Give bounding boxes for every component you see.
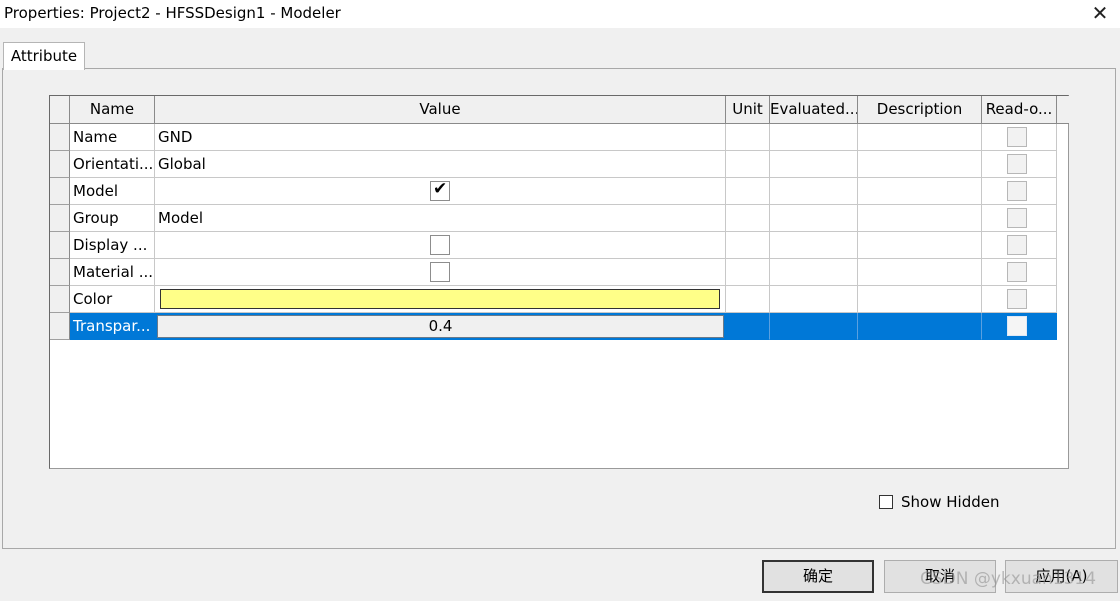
evaluated-cell: [770, 178, 858, 205]
description-cell: [858, 259, 982, 286]
show-hidden-checkbox[interactable]: [879, 495, 893, 509]
unit-cell: [726, 232, 770, 259]
evaluated-cell: [770, 286, 858, 313]
property-name-cell[interactable]: Display ...: [70, 232, 155, 259]
evaluated-cell: [770, 151, 858, 178]
column-header-name[interactable]: Name: [70, 96, 155, 124]
row-header[interactable]: [50, 205, 70, 232]
property-name-cell[interactable]: Model: [70, 178, 155, 205]
evaluated-cell: [770, 232, 858, 259]
property-value-cell[interactable]: [155, 286, 726, 313]
material-appearance-checkbox[interactable]: [430, 262, 450, 282]
property-name-cell[interactable]: Transpar...: [70, 313, 155, 340]
title-bar: Properties: Project2 - HFSSDesign1 - Mod…: [0, 0, 1120, 28]
readonly-checkbox[interactable]: [1007, 316, 1027, 336]
column-header-unit[interactable]: Unit: [726, 96, 770, 124]
column-header-filler: [1057, 96, 1069, 124]
unit-cell: [726, 124, 770, 151]
column-header-evaluated[interactable]: Evaluated...: [770, 96, 858, 124]
row-header[interactable]: [50, 259, 70, 286]
row-header[interactable]: [50, 151, 70, 178]
property-name-cell[interactable]: Group: [70, 205, 155, 232]
property-name-cell[interactable]: Color: [70, 286, 155, 313]
column-header-readonly[interactable]: Read-o...: [982, 96, 1057, 124]
property-name-cell[interactable]: Orientati...: [70, 151, 155, 178]
unit-cell: [726, 313, 770, 340]
window-title: Properties: Project2 - HFSSDesign1 - Mod…: [4, 4, 341, 22]
show-hidden-label: Show Hidden: [901, 493, 1000, 511]
evaluated-cell: [770, 313, 858, 340]
model-checkbox[interactable]: ✔: [430, 179, 450, 201]
readonly-cell: [982, 259, 1057, 286]
unit-cell: [726, 259, 770, 286]
readonly-cell: [982, 232, 1057, 259]
readonly-cell: [982, 124, 1057, 151]
display-wireframe-checkbox[interactable]: [430, 235, 450, 255]
unit-cell: [726, 286, 770, 313]
column-header-value[interactable]: Value: [155, 96, 726, 124]
ok-button[interactable]: 确定: [762, 560, 874, 593]
tab-label: Attribute: [10, 47, 78, 65]
grid-corner: [50, 96, 70, 124]
row-header[interactable]: [50, 286, 70, 313]
readonly-cell: [982, 151, 1057, 178]
readonly-checkbox[interactable]: [1007, 181, 1027, 201]
property-name-cell[interactable]: Name: [70, 124, 155, 151]
readonly-cell: [982, 205, 1057, 232]
description-cell: [858, 286, 982, 313]
row-header[interactable]: [50, 313, 70, 340]
check-icon: ✔: [433, 179, 448, 199]
readonly-checkbox[interactable]: [1007, 127, 1027, 147]
column-header-description[interactable]: Description: [858, 96, 982, 124]
readonly-checkbox[interactable]: [1007, 289, 1027, 309]
row-header[interactable]: [50, 124, 70, 151]
readonly-checkbox[interactable]: [1007, 208, 1027, 228]
property-value-cell[interactable]: [155, 232, 726, 259]
description-cell: [858, 151, 982, 178]
property-value-cell[interactable]: Model: [155, 205, 726, 232]
properties-grid: Name Value Unit Evaluated... Description…: [49, 95, 1069, 469]
description-cell: [858, 178, 982, 205]
property-value-cell[interactable]: [155, 259, 726, 286]
evaluated-cell: [770, 124, 858, 151]
cancel-button[interactable]: 取消: [884, 560, 996, 593]
color-swatch[interactable]: [160, 289, 720, 309]
property-value-cell[interactable]: ✔: [155, 178, 726, 205]
evaluated-cell: [770, 259, 858, 286]
close-icon[interactable]: ✕: [1088, 2, 1112, 26]
unit-cell: [726, 151, 770, 178]
tab-attribute[interactable]: Attribute: [3, 42, 85, 70]
description-cell: [858, 313, 982, 340]
readonly-cell: [982, 178, 1057, 205]
property-value-cell[interactable]: 0.4: [155, 313, 726, 340]
readonly-checkbox[interactable]: [1007, 154, 1027, 174]
evaluated-cell: [770, 205, 858, 232]
transparency-input[interactable]: 0.4: [157, 315, 724, 338]
row-header[interactable]: [50, 178, 70, 205]
readonly-checkbox[interactable]: [1007, 262, 1027, 282]
row-header[interactable]: [50, 232, 70, 259]
readonly-cell: [982, 286, 1057, 313]
description-cell: [858, 124, 982, 151]
unit-cell: [726, 205, 770, 232]
apply-button[interactable]: 应用(A): [1005, 560, 1118, 593]
property-value-cell[interactable]: Global: [155, 151, 726, 178]
description-cell: [858, 232, 982, 259]
unit-cell: [726, 178, 770, 205]
property-name-cell[interactable]: Material ...: [70, 259, 155, 286]
readonly-checkbox[interactable]: [1007, 235, 1027, 255]
description-cell: [858, 205, 982, 232]
readonly-cell: [982, 313, 1057, 340]
property-value-cell[interactable]: GND: [155, 124, 726, 151]
